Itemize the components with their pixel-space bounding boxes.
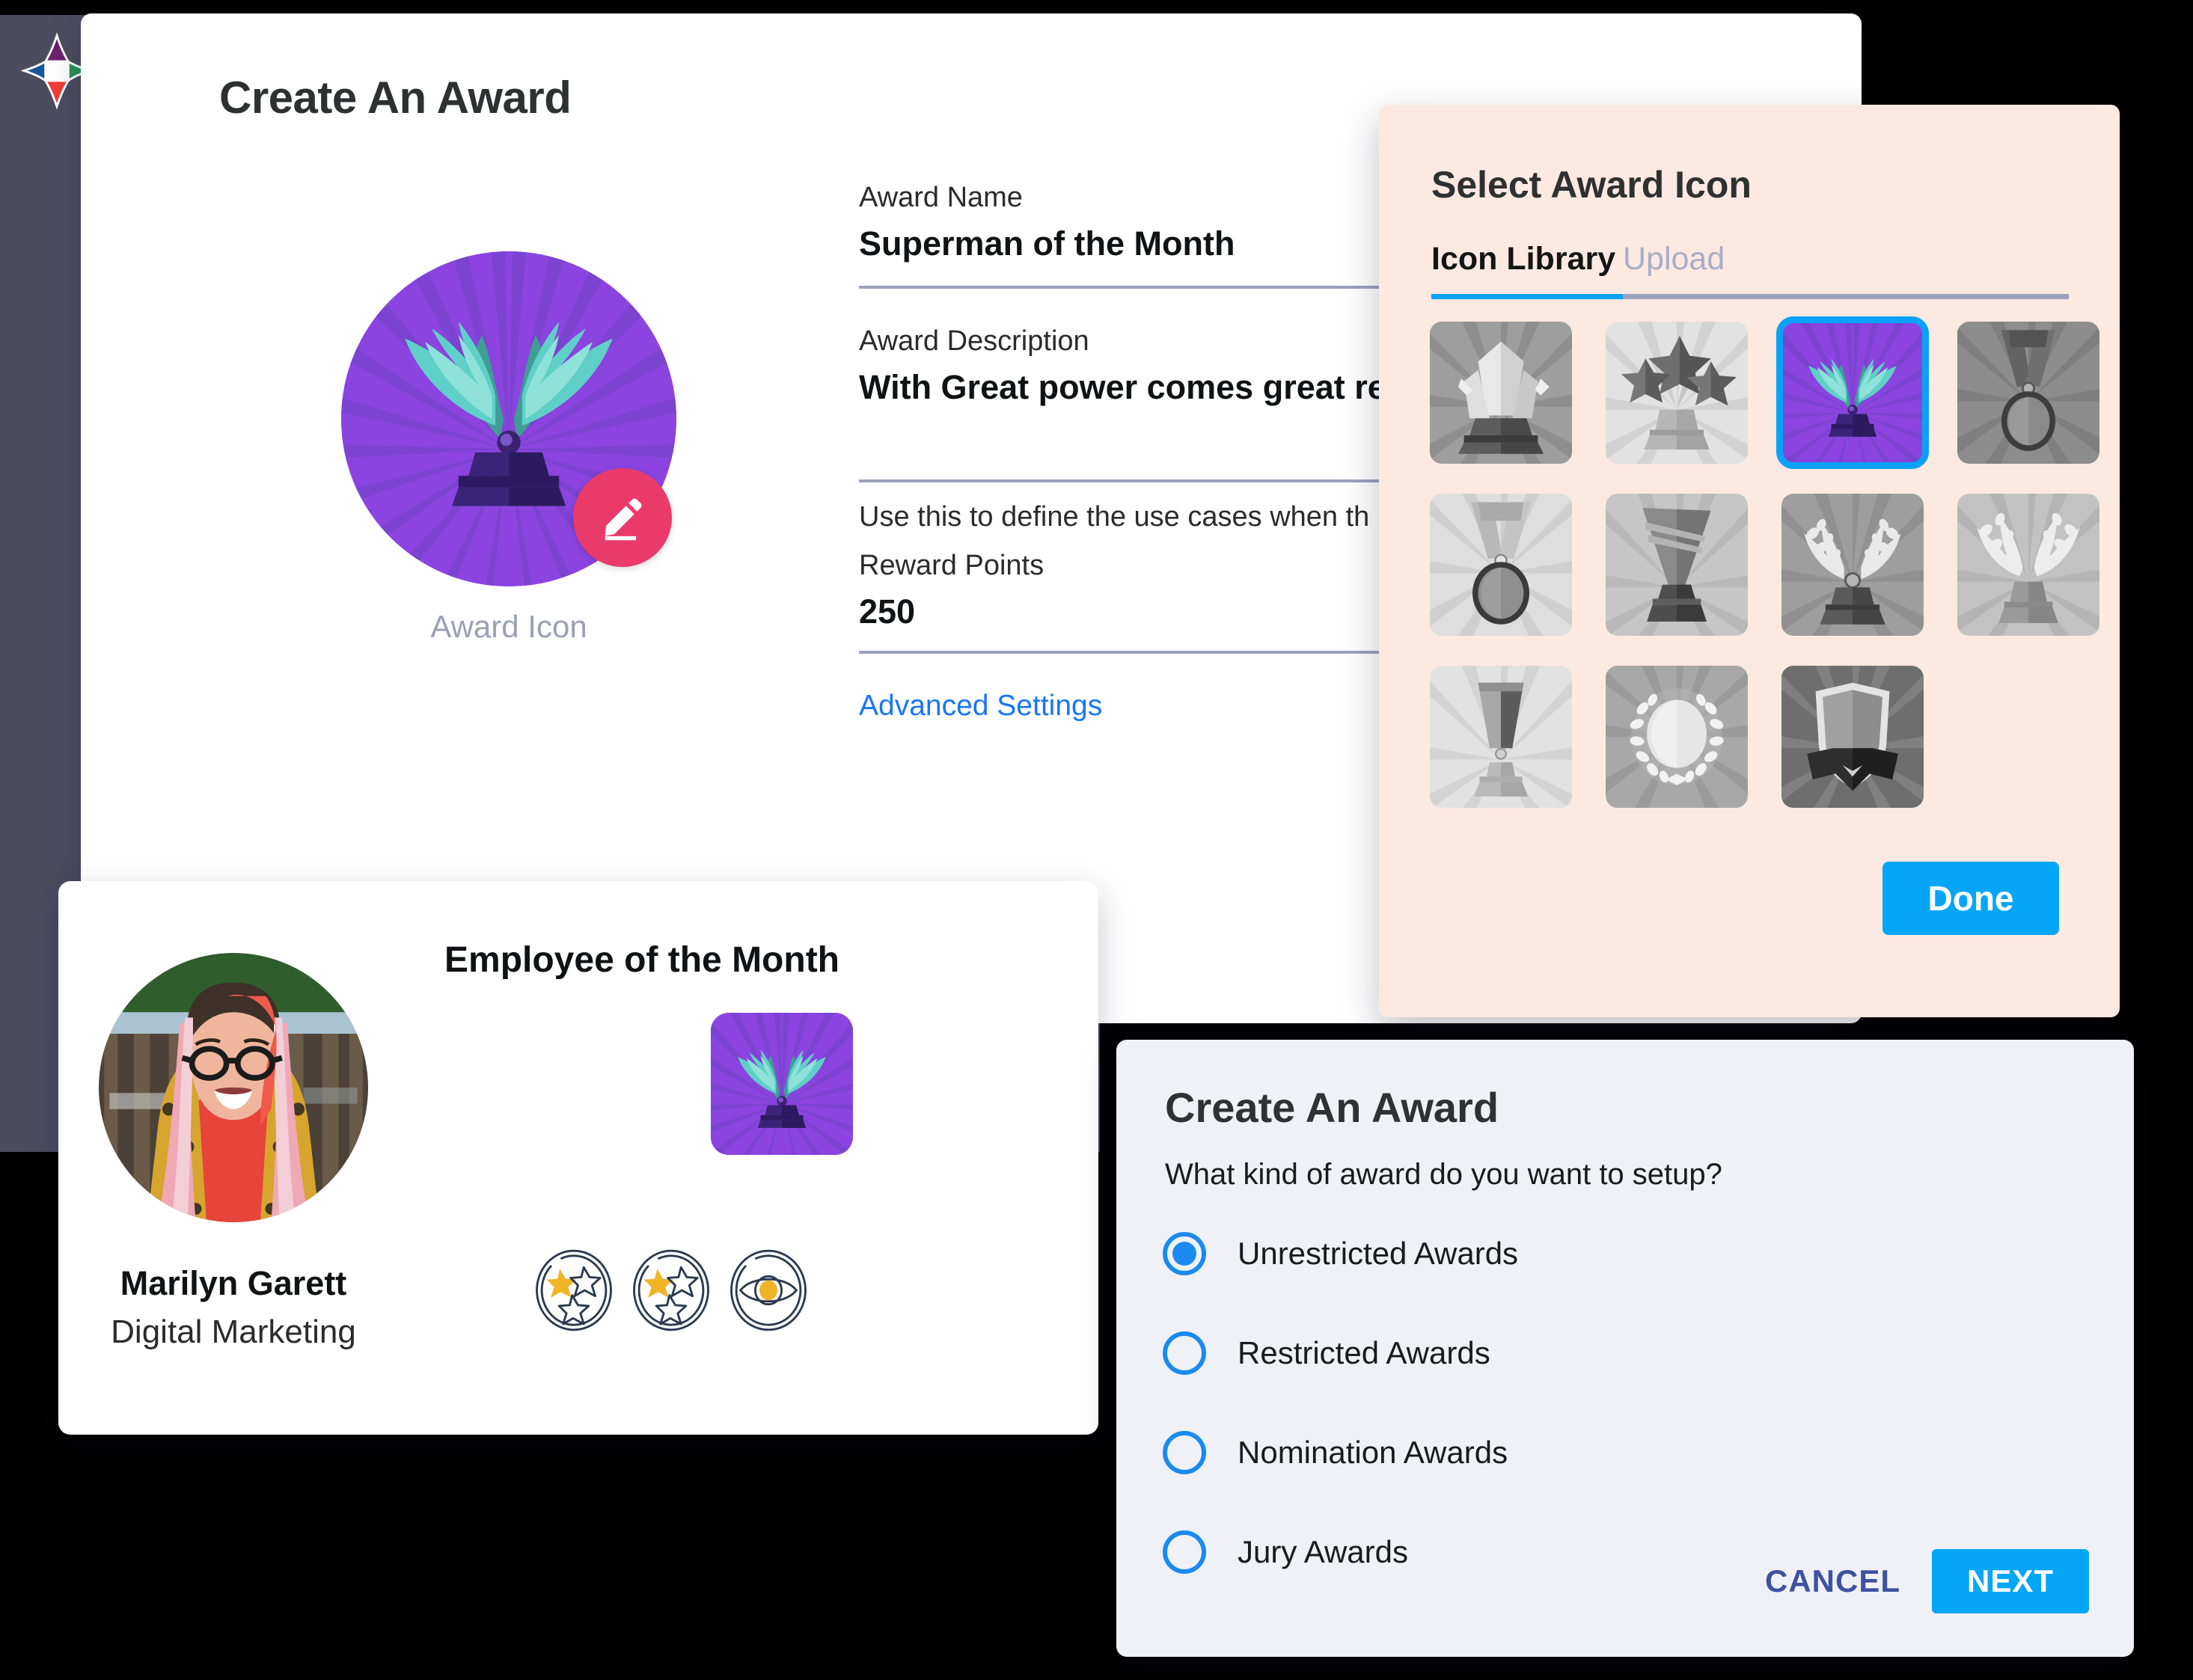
create-award-wizard: Create An Award What kind of award do yo…: [1116, 1040, 2134, 1657]
employee-award-title: Employee of the Month: [444, 940, 839, 980]
edit-award-icon-button[interactable]: [573, 468, 672, 567]
three-stars-badge-gold[interactable]: [630, 1249, 712, 1331]
flute-trophy-icon[interactable]: [1430, 666, 1572, 808]
award-type-radio-group: Unrestricted Awards Restricted Awards No…: [1163, 1228, 1836, 1577]
employee-badge-row: [533, 1249, 810, 1331]
wizard-subtitle: What kind of award do you want to setup?: [1165, 1158, 1722, 1191]
radio-indicator: [1163, 1530, 1206, 1574]
icon-panel-tabs: Icon Library Upload: [1431, 241, 2069, 299]
radio-indicator-selected: [1163, 1231, 1206, 1275]
radio-jury-awards[interactable]: Jury Awards: [1163, 1527, 1836, 1577]
employee-role: Digital Marketing: [111, 1313, 356, 1350]
wizard-title: Create An Award: [1165, 1084, 1499, 1131]
screenshot-root: Create An Award Award Icon Award Name Su…: [0, 0, 2193, 1680]
laurel-circle-icon[interactable]: [1606, 666, 1748, 808]
radio-indicator: [1163, 1331, 1206, 1375]
radio-indicator: [1163, 1430, 1206, 1474]
icon-library-grid: [1430, 316, 2099, 808]
icon-panel-title: Select Award Icon: [1431, 164, 1752, 206]
employee-award-card: Marilyn Garett Digital Marketing Employe…: [58, 881, 1098, 1435]
award-icon-caption: Award Icon: [430, 609, 587, 644]
cancel-button[interactable]: CANCEL: [1765, 1563, 1900, 1599]
employee-name: Marilyn Garett: [120, 1264, 347, 1302]
three-stars-badge-gold[interactable]: [533, 1249, 615, 1331]
avatar: [99, 953, 368, 1222]
next-button[interactable]: NEXT: [1932, 1549, 2089, 1613]
tab-icon-library[interactable]: Icon Library: [1431, 241, 1623, 294]
pencil-edit-icon: [605, 498, 642, 541]
radio-label: Unrestricted Awards: [1238, 1235, 1519, 1271]
tab-rail: [1431, 294, 2069, 299]
radio-unrestricted-awards[interactable]: Unrestricted Awards: [1163, 1228, 1836, 1278]
radio-label: Restricted Awards: [1238, 1334, 1490, 1370]
round-medal-icon[interactable]: [1430, 494, 1572, 636]
wizard-actions: CANCEL NEXT: [1765, 1549, 2089, 1613]
radio-label: Jury Awards: [1238, 1533, 1408, 1569]
ribbon-medal-icon[interactable]: [1957, 322, 2099, 464]
three-stars-trophy-icon[interactable]: [1606, 322, 1748, 464]
cone-trophy-icon[interactable]: [1606, 494, 1748, 636]
tab-upload[interactable]: Upload: [1623, 241, 1725, 294]
done-button[interactable]: Done: [1882, 862, 2059, 935]
page-title: Create An Award: [219, 73, 572, 123]
crystal-trophy-icon[interactable]: [1430, 322, 1572, 464]
eye-badge-gold[interactable]: [727, 1249, 810, 1331]
radio-dot: [1172, 1241, 1196, 1266]
laurel-wreath-trophy-icon[interactable]: [1781, 494, 1924, 636]
radio-restricted-awards[interactable]: Restricted Awards: [1163, 1328, 1836, 1378]
select-award-icon-panel: Select Award Icon Icon Library Upload Do…: [1379, 105, 2120, 1017]
radio-label: Nomination Awards: [1238, 1434, 1508, 1470]
winged-trophy-icon-selected[interactable]: [1776, 316, 1929, 469]
tab-active-indicator: [1431, 294, 1623, 299]
award-icon-preview: Award Icon: [341, 251, 685, 644]
laurel-open-trophy-icon[interactable]: [1957, 494, 2099, 636]
shield-banner-icon[interactable]: [1781, 666, 1924, 808]
employee-award-icon[interactable]: [711, 1013, 853, 1155]
radio-nomination-awards[interactable]: Nomination Awards: [1163, 1427, 1836, 1477]
